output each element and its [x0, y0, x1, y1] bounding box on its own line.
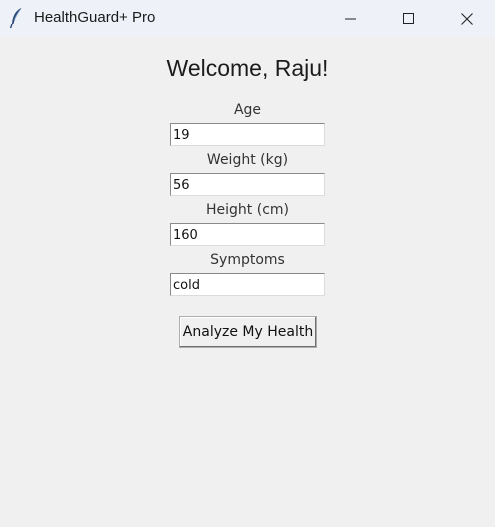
close-icon [461, 12, 473, 25]
main-panel: Welcome, Raju! Age Weight (kg) Height (c… [0, 37, 495, 527]
maximize-button[interactable] [380, 0, 438, 37]
close-button[interactable] [438, 0, 495, 37]
maximize-icon [403, 12, 414, 24]
weight-label: Weight (kg) [206, 152, 289, 168]
symptoms-field[interactable] [170, 273, 325, 296]
minimize-icon [345, 18, 356, 19]
height-label: Height (cm) [206, 202, 289, 218]
minimize-button[interactable] [322, 0, 380, 37]
symptoms-label: Symptoms [210, 252, 285, 268]
window-title: HealthGuard+ Pro [34, 9, 156, 26]
welcome-heading: Welcome, Raju! [166, 55, 329, 81]
title-bar[interactable]: HealthGuard+ Pro [0, 0, 495, 37]
age-label: Age [233, 102, 262, 118]
height-field[interactable] [170, 223, 325, 246]
weight-field[interactable] [170, 173, 325, 196]
analyze-button[interactable]: Analyze My Health [179, 316, 317, 348]
age-field[interactable] [170, 123, 325, 146]
feather-icon [9, 8, 22, 29]
